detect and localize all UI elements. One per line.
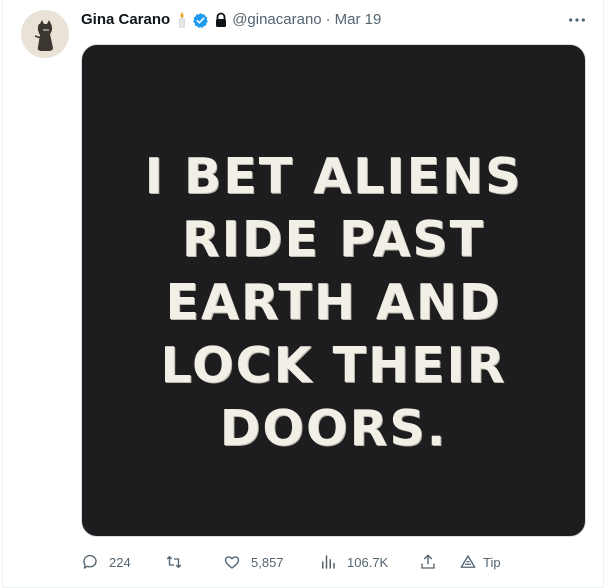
like-count: 5,857 xyxy=(251,554,284,570)
views-button[interactable]: 106.7K xyxy=(319,550,388,574)
tweet-image[interactable]: I BET ALIENS RIDE PAST EARTH AND LOCK TH… xyxy=(81,44,586,537)
author-handle[interactable]: @ginacarano xyxy=(232,10,321,30)
views-chart-icon xyxy=(322,555,335,569)
more-options-icon[interactable] xyxy=(567,12,587,28)
avatar-image xyxy=(21,10,69,58)
retweet-button[interactable] xyxy=(165,550,193,574)
like-button[interactable]: 5,857 xyxy=(223,550,284,574)
tweet-actions: 224 5,857 106.7K Tip xyxy=(81,550,601,574)
share-icon xyxy=(421,554,435,569)
tip-button[interactable]: Tip xyxy=(459,550,501,574)
heart-icon xyxy=(224,556,240,569)
tip-label: Tip xyxy=(483,554,501,570)
image-text-line: EARTH AND xyxy=(165,274,502,331)
author-name[interactable]: Gina Carano xyxy=(81,10,170,30)
image-text-line: LOCK THEIR xyxy=(160,337,507,394)
share-button[interactable] xyxy=(419,550,437,574)
tip-icon xyxy=(460,555,476,568)
image-text-line: RIDE PAST xyxy=(181,211,486,268)
verified-badge-icon[interactable] xyxy=(192,12,209,29)
separator: · xyxy=(325,11,331,28)
tweet-card[interactable]: Gina Carano @ginacarano · Mar 19 I BET A… xyxy=(2,0,604,588)
tweet-date[interactable]: Mar 19 xyxy=(335,10,382,30)
reply-icon xyxy=(83,554,97,569)
image-text: I BET ALIENS RIDE PAST EARTH AND LOCK TH… xyxy=(82,145,585,460)
retweet-icon xyxy=(166,555,182,569)
image-text-line: I BET ALIENS xyxy=(144,148,523,205)
image-text-line: DOORS. xyxy=(219,400,448,457)
candle-icon xyxy=(176,11,188,29)
reply-count: 224 xyxy=(109,554,131,570)
tweet-header: Gina Carano @ginacarano · Mar 19 xyxy=(81,10,381,30)
avatar[interactable] xyxy=(21,10,69,58)
reply-button[interactable]: 224 xyxy=(81,550,131,574)
lock-icon xyxy=(214,12,228,28)
view-count: 106.7K xyxy=(347,554,389,570)
